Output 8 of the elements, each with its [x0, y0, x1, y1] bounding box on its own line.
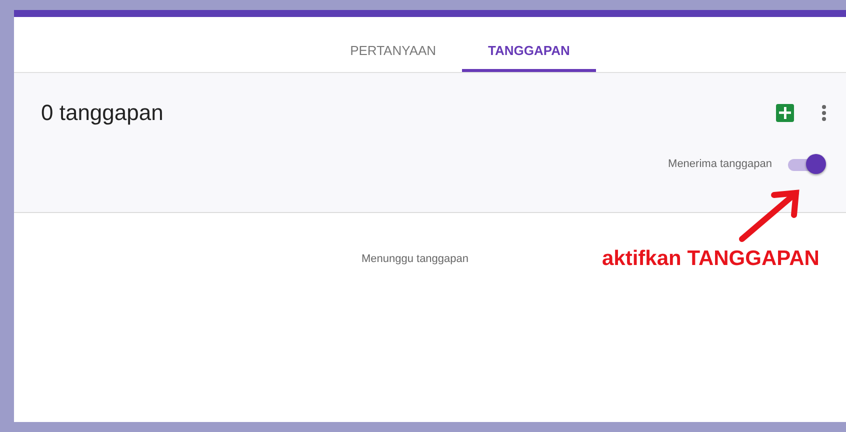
more-menu-icon[interactable] — [822, 104, 826, 122]
tab[interactable]: PERTANYAAN — [324, 17, 462, 72]
empty-message: Menunggu tanggapan — [361, 253, 469, 265]
toggle-label: Menerima tanggapan — [668, 158, 772, 170]
spreadsheet-icon[interactable] — [776, 104, 794, 122]
toggle-switch[interactable] — [786, 153, 826, 175]
response-count: 0 tanggapan — [41, 100, 164, 126]
annotation-text: aktifkan TANGGAPAN — [602, 247, 820, 271]
